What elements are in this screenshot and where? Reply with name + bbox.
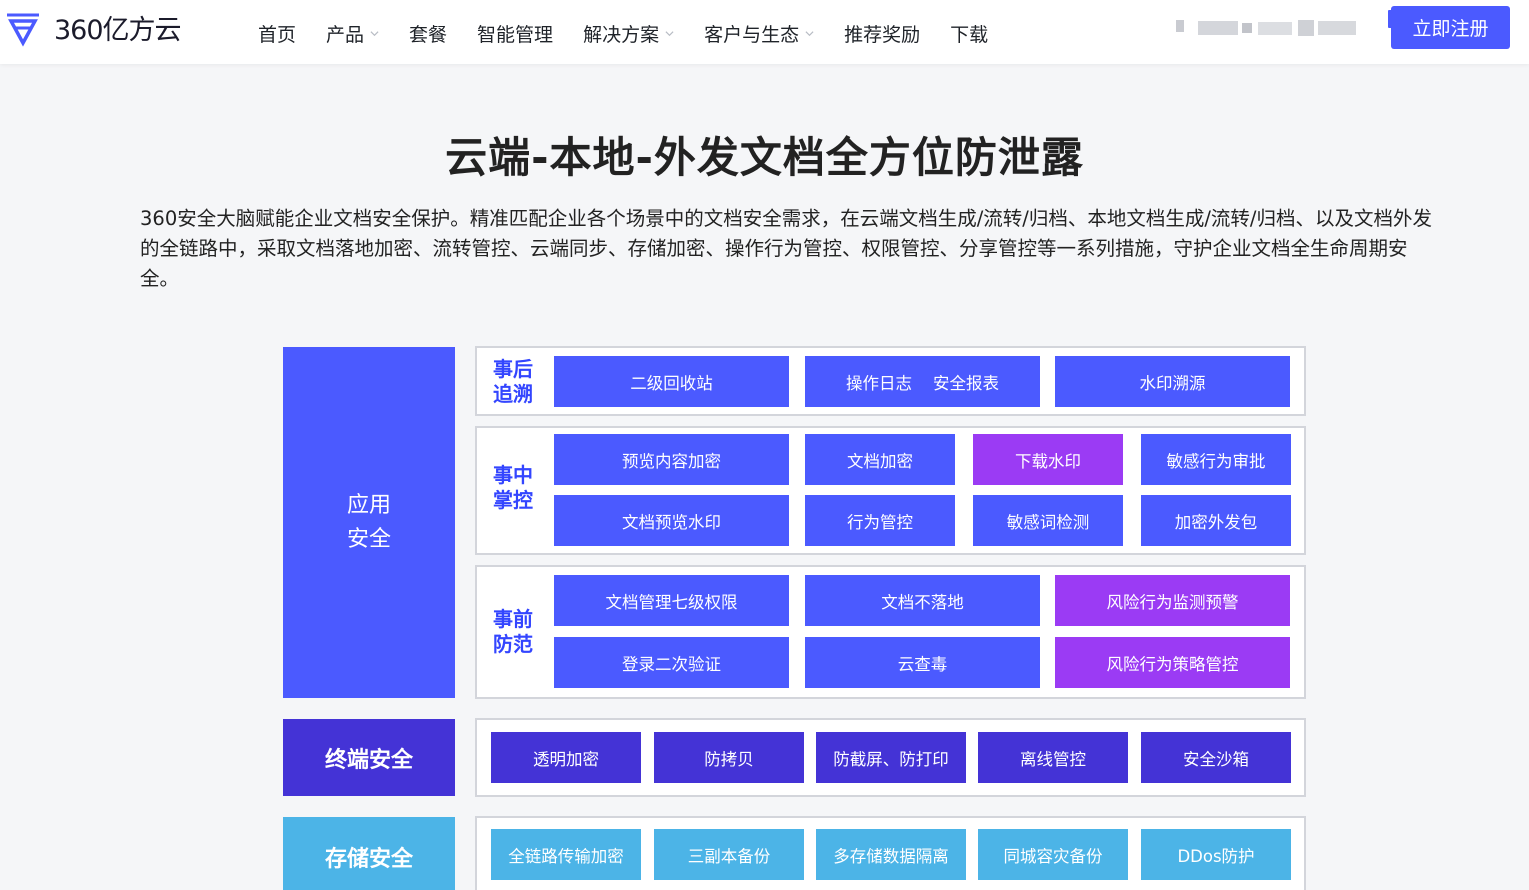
feature-seven-level-permissions[interactable]: 文档管理七级权限: [554, 575, 789, 626]
feature-recycle-bin[interactable]: 二级回收站: [554, 356, 789, 407]
feature-operation-log-security-report[interactable]: 操作日志 安全报表: [805, 356, 1040, 407]
feature-ddos-protection[interactable]: DDos防护: [1141, 829, 1291, 880]
feature-security-sandbox[interactable]: 安全沙箱: [1141, 732, 1291, 783]
logo-shield-icon: [7, 13, 39, 47]
nav-label: 解决方案: [583, 24, 660, 46]
nav-item-solutions[interactable]: 解决方案: [583, 20, 674, 47]
page-description: 360安全大脑赋能企业文档安全保护。精准匹配企业各个场景中的文档安全需求，在云端…: [140, 207, 1432, 290]
feature-screenshot-print-protection[interactable]: 防截屏、防打印: [816, 732, 966, 783]
nav-label: 客户与生态: [704, 24, 800, 46]
chevron-down-icon: [805, 31, 814, 37]
during-event-label-line1: 事中: [493, 463, 533, 487]
nav-label: 首页: [258, 24, 297, 46]
top-header: 360亿方云 首页 产品 套餐 智能管理 解决方案 客户与生态 推荐奖励 下载 …: [0, 0, 1529, 64]
post-event-label-line1: 事后: [493, 357, 533, 381]
feature-offline-control[interactable]: 离线管控: [978, 732, 1128, 783]
nav-item-plans[interactable]: 套餐: [409, 20, 447, 47]
pre-event-label-line1: 事前: [493, 607, 533, 631]
feature-preview-encryption[interactable]: 预览内容加密: [554, 434, 789, 485]
brand-name: 360亿方云: [54, 15, 182, 46]
feature-two-step-login[interactable]: 登录二次验证: [554, 637, 789, 688]
storage-security-block: 存储安全: [283, 817, 455, 890]
terminal-security-block: 终端安全: [283, 719, 455, 796]
feature-transport-encryption[interactable]: 全链路传输加密: [491, 829, 641, 880]
nav-item-customers-ecosystem[interactable]: 客户与生态: [704, 20, 814, 47]
app-security-line2: 安全: [346, 526, 391, 552]
during-event-label: 事中 掌控: [487, 463, 539, 513]
pre-event-label-line2: 防范: [493, 632, 533, 656]
chevron-down-icon: [665, 31, 674, 37]
feature-storage-isolation[interactable]: 多存储数据隔离: [816, 829, 966, 880]
page-title: 云端-本地-外发文档全方位防泄露: [445, 133, 1084, 182]
post-event-label: 事后 追溯: [487, 357, 539, 407]
feature-risk-monitoring-alert[interactable]: 风险行为监测预警: [1055, 575, 1290, 626]
feature-watermark-trace[interactable]: 水印溯源: [1055, 356, 1290, 407]
nav-item-products[interactable]: 产品: [326, 20, 379, 47]
feature-triple-backup[interactable]: 三副本备份: [654, 829, 804, 880]
nav-label: 智能管理: [477, 24, 554, 46]
feature-sensitive-approval[interactable]: 敏感行为审批: [1141, 434, 1291, 485]
feature-cloud-antivirus[interactable]: 云查毒: [805, 637, 1040, 688]
feature-transparent-encryption[interactable]: 透明加密: [491, 732, 641, 783]
nav-label: 套餐: [409, 24, 448, 46]
brand-logo[interactable]: 360亿方云: [4, 8, 182, 47]
pre-event-label: 事前 防范: [487, 607, 539, 657]
feature-risk-policy-control[interactable]: 风险行为策略管控: [1055, 637, 1290, 688]
feature-no-local-storage[interactable]: 文档不落地: [805, 575, 1040, 626]
nav-label: 产品: [326, 24, 365, 46]
during-event-label-line2: 掌控: [493, 488, 533, 512]
feature-preview-watermark[interactable]: 文档预览水印: [554, 495, 789, 546]
feature-copy-protection[interactable]: 防拷贝: [654, 732, 804, 783]
main-nav: 首页 产品 套餐 智能管理 解决方案 客户与生态 推荐奖励 下载: [258, 20, 1018, 47]
nav-item-smart-management[interactable]: 智能管理: [477, 20, 553, 47]
app-security-block: 应用 安全: [283, 347, 455, 698]
nav-label: 下载: [950, 24, 989, 46]
nav-label: 推荐奖励: [844, 24, 921, 46]
feature-sensitive-word-detection[interactable]: 敏感词检测: [973, 495, 1123, 546]
feature-document-encryption[interactable]: 文档加密: [805, 434, 955, 485]
feature-download-watermark[interactable]: 下载水印: [973, 434, 1123, 485]
app-security-line1: 应用: [346, 492, 391, 518]
post-event-label-line2: 追溯: [493, 382, 533, 406]
nav-item-download[interactable]: 下载: [950, 20, 988, 47]
nav-item-home[interactable]: 首页: [258, 20, 296, 47]
feature-disaster-recovery[interactable]: 同城容灾备份: [978, 829, 1128, 880]
blurred-user-info: [1176, 20, 1356, 36]
nav-item-referral-rewards[interactable]: 推荐奖励: [844, 20, 920, 47]
chevron-down-icon: [370, 31, 379, 37]
feature-behavior-control[interactable]: 行为管控: [805, 495, 955, 546]
feature-encrypted-package[interactable]: 加密外发包: [1141, 495, 1291, 546]
register-button[interactable]: 立即注册: [1391, 6, 1510, 49]
